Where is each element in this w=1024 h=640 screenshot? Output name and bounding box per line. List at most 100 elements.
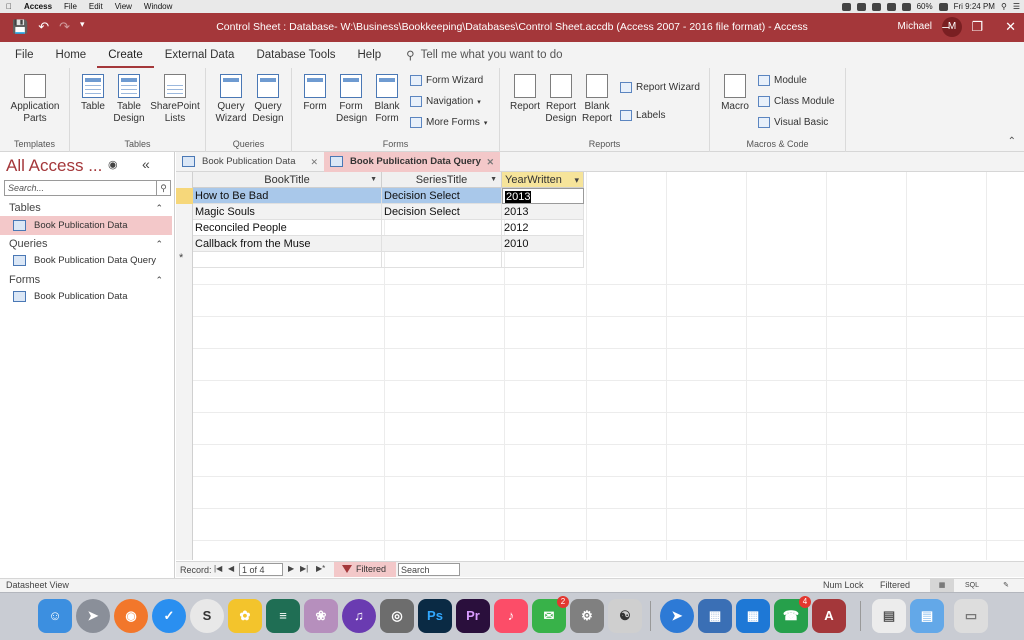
trash-icon[interactable]: ▭ (954, 599, 988, 633)
new-record-icon[interactable]: ▶* (316, 564, 325, 573)
chevron-down-icon[interactable]: ▼ (370, 172, 377, 188)
tab-help[interactable]: Help (347, 42, 393, 68)
dvd-icon[interactable]: ◎ (380, 599, 414, 633)
macro-button[interactable]: Macro (718, 74, 752, 113)
module-button[interactable]: Module (758, 75, 807, 86)
doc-tab-query[interactable]: Book Publication Data Query ✕ (324, 152, 500, 172)
search-icon[interactable]: ⚲ (156, 181, 170, 195)
photoshop-icon[interactable]: Ps (418, 599, 452, 633)
nav-pane-menu-icon[interactable]: ◉ (108, 158, 118, 171)
sharepoint-lists-button[interactable]: SharePoint Lists (148, 74, 202, 125)
backup-icon[interactable]: ➤ (660, 599, 694, 633)
application-parts-button[interactable]: Application Parts (6, 74, 64, 125)
nav-section-tables[interactable]: Tables ⌃ (0, 200, 175, 216)
visual-basic-button[interactable]: Visual Basic (758, 117, 828, 128)
audio-icon[interactable]: ♫ (342, 599, 376, 633)
menu-window[interactable]: Window (138, 2, 178, 11)
filter-icon[interactable]: ▾ (574, 172, 579, 188)
previous-record-icon[interactable]: ◀ (228, 564, 234, 573)
more-forms-button[interactable]: More Forms ▾ (410, 117, 487, 128)
blank-form-button[interactable]: Blank Form (372, 74, 402, 125)
record-selector[interactable] (176, 236, 193, 252)
form-design-button[interactable]: Form Design (336, 74, 367, 125)
last-record-icon[interactable]: ▶| (300, 564, 308, 573)
tab-create[interactable]: Create (97, 42, 154, 68)
close-tab-icon[interactable]: ✕ (486, 152, 494, 172)
shutter-bar-icon[interactable]: « (142, 156, 150, 172)
column-header-seriestitle[interactable]: SeriesTitle ▼ (382, 172, 502, 188)
new-record-marker[interactable]: * (179, 252, 183, 264)
record-selector[interactable] (176, 204, 193, 220)
nav-search-input[interactable]: Search... ⚲ (4, 180, 171, 196)
migration-icon[interactable]: ☯ (608, 599, 642, 633)
nav-item-query[interactable]: Book Publication Data Query (0, 251, 172, 270)
table-cell[interactable]: Decision Select (382, 188, 502, 204)
files-icon[interactable]: ▤ (872, 599, 906, 633)
minimize-icon[interactable]: – (942, 19, 949, 35)
report-design-button[interactable]: Report Design (544, 74, 578, 125)
sql-view-button[interactable]: SQL (960, 579, 984, 593)
table-cell[interactable]: Callback from the Muse (193, 236, 382, 252)
control-center-icon[interactable]: ☰ (1013, 2, 1020, 11)
nav-item-table[interactable]: Book Publication Data (0, 216, 172, 235)
form-wizard-button[interactable]: Form Wizard (410, 75, 483, 86)
table-cell-new[interactable] (193, 252, 382, 268)
nav-item-form[interactable]: Book Publication Data (0, 287, 172, 306)
column-header-booktitle[interactable]: BookTitle ▼ (193, 172, 382, 188)
folder-icon[interactable]: ▤ (910, 599, 944, 633)
access-icon[interactable]: A (812, 599, 846, 633)
firefox-icon[interactable]: ◉ (114, 599, 148, 633)
nav-pane-title[interactable]: All Access ... (6, 156, 102, 176)
table-cell[interactable]: Reconciled People (193, 220, 382, 236)
record-selector[interactable] (176, 188, 193, 204)
table-design-button[interactable]: Table Design (112, 74, 146, 125)
spotlight-icon[interactable]: ⚲ (1001, 2, 1007, 11)
first-record-icon[interactable]: |◀ (214, 564, 222, 573)
cloud-icon[interactable] (856, 2, 866, 11)
menu-edit[interactable]: Edit (83, 2, 109, 11)
books-icon[interactable]: ≡ (266, 599, 300, 633)
datasheet-view-icon[interactable]: ▦ (930, 579, 954, 593)
table-cell[interactable]: 2012 (502, 220, 584, 236)
butterfly-icon[interactable]: ✿ (228, 599, 262, 633)
close-tab-icon[interactable]: ✕ (310, 152, 318, 172)
parallels-icon[interactable]: ▦ (698, 599, 732, 633)
table-cell[interactable]: Magic Souls (193, 204, 382, 220)
table-cell[interactable] (382, 220, 502, 236)
record-search-input[interactable]: Search (398, 563, 460, 576)
query-wizard-button[interactable]: Query Wizard (214, 74, 248, 125)
labels-button[interactable]: Labels (620, 110, 665, 121)
bluetooth-icon[interactable] (871, 2, 881, 11)
battery-icon[interactable] (938, 2, 948, 11)
mail-icon[interactable]: ✓ (152, 599, 186, 633)
query-design-button[interactable]: Query Design (250, 74, 286, 125)
music-icon[interactable]: ♪ (494, 599, 528, 633)
table-cell[interactable]: 2013 (502, 204, 584, 220)
wifi-icon[interactable] (886, 2, 896, 11)
windows-icon[interactable]: ▦ (736, 599, 770, 633)
report-button[interactable]: Report (508, 74, 542, 113)
table-cell-active[interactable]: 2013 (502, 188, 584, 204)
tab-file[interactable]: File (4, 42, 45, 68)
design-view-icon[interactable]: ✎ (994, 579, 1018, 593)
blank-report-button[interactable]: Blank Report (580, 74, 614, 125)
nav-section-forms[interactable]: Forms ⌃ (0, 272, 175, 288)
menu-view[interactable]: View (109, 2, 138, 11)
messages-icon[interactable]: ✉ 2 (532, 596, 569, 633)
table-cell-new[interactable] (382, 252, 502, 268)
tell-me-box[interactable]: ⚲ Tell me what you want to do (406, 48, 562, 62)
navigation-button[interactable]: Navigation ▾ (410, 96, 481, 107)
filter-toggle[interactable]: Filtered (334, 562, 396, 577)
table-cell[interactable]: Decision Select (382, 204, 502, 220)
chevron-down-icon[interactable]: ▼ (490, 172, 497, 188)
lotus-icon[interactable]: ❀ (304, 599, 338, 633)
volume-icon[interactable] (901, 2, 911, 11)
table-cell[interactable] (382, 236, 502, 252)
dropbox-icon[interactable] (841, 2, 851, 11)
apple-icon[interactable]:  (0, 2, 18, 11)
scrivener-icon[interactable]: S (190, 599, 224, 633)
class-module-button[interactable]: Class Module (758, 96, 835, 107)
tab-external-data[interactable]: External Data (154, 42, 246, 68)
launchpad-icon[interactable]: ➤ (76, 599, 110, 633)
finder-icon[interactable]: ☺ (38, 599, 72, 633)
